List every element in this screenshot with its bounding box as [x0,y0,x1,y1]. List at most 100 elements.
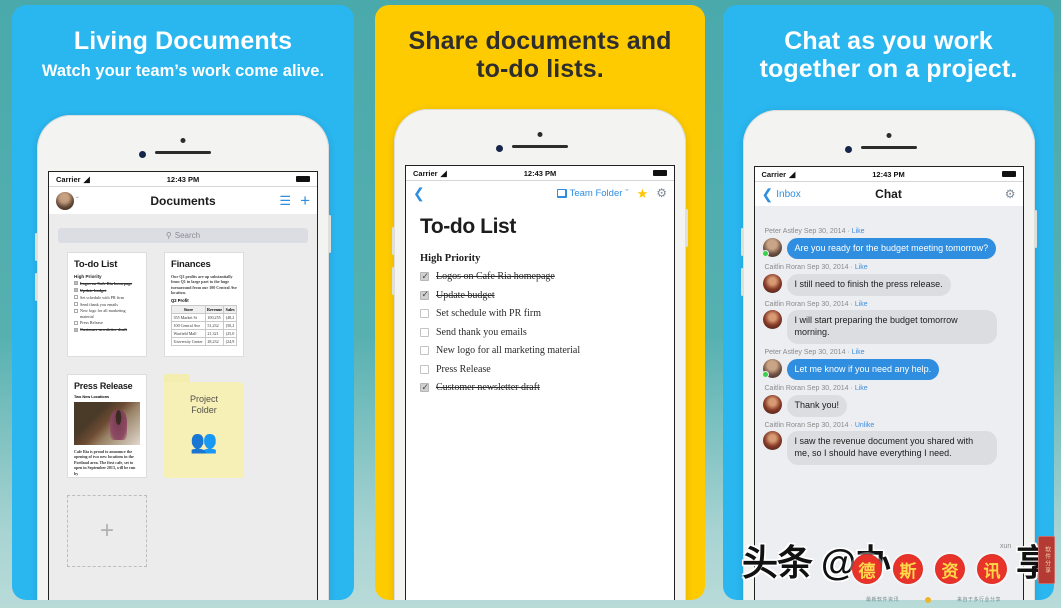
todo-item[interactable]: Press Release [74,320,140,325]
panel-living-documents: Living Documents Watch your team’s work … [12,5,354,600]
back-label[interactable]: Inbox [776,189,800,200]
avatar[interactable] [762,273,782,293]
message-author: Caitlin Roran [764,264,805,272]
message-date: Sep 30, 2014 [803,228,846,235]
checkbox-icon[interactable] [74,294,78,299]
todo-item-label: Logos on Cafe Ria homepage [80,281,133,286]
table-row: University Center 28,232 (24,9 [171,337,237,347]
promo-panels: Living Documents Watch your team’s work … [0,0,1061,608]
checkbox-icon[interactable] [420,271,429,282]
chat-message: Caitlin Roran Sep 30, 2014 · Like I still… [762,264,1015,296]
todo-item[interactable]: New logo for all marketing material [74,308,140,319]
proximity-sensor-icon [496,145,503,152]
nav-bar-chat: ❮ Inbox Chat ⚙ [754,182,1023,206]
status-time: 12:43 PM [523,168,557,178]
document-card-finances[interactable]: Finances Our Q2 profits are up substanti… [164,252,244,357]
search-input[interactable]: ⚲ Search [58,228,308,243]
avatar[interactable] [761,237,782,257]
checkbox-icon[interactable] [74,327,78,332]
finances-caption: Q2 Profit [171,298,189,304]
checkbox-icon[interactable] [420,364,429,374]
todo-item[interactable]: Set schedule with PR firm [420,308,660,319]
message-bubble[interactable]: I will start preparing the budget tomorr… [786,310,997,344]
phone-screen-1: Carrier ◢ 12:43 PM ˇ Documents ☰ + ⚲ Sea… [48,171,318,600]
gear-icon[interactable]: ⚙ [656,187,667,199]
checkbox-icon[interactable] [74,320,78,325]
add-document-button[interactable]: + [300,192,310,209]
documents-body: ⚲ Search To-do List High Priority Logos … [49,214,317,600]
todo-item[interactable]: Customer newsletter draft [74,327,140,332]
document-card-todo[interactable]: To-do List High Priority Logos on Cafe R… [67,252,147,357]
team-folder-icon [556,188,567,198]
press-subtitle: Two New Locations [74,395,110,399]
like-button[interactable]: Like [852,228,865,235]
like-button[interactable]: Like [855,264,868,271]
checkbox-icon[interactable] [420,309,429,318]
avatar[interactable] [762,394,782,414]
table-cell: 21,321 [204,329,225,339]
avatar[interactable] [56,191,74,210]
todo-item[interactable]: Press Release [420,364,660,375]
back-button[interactable]: ❮ [762,187,774,201]
todo-item-label: New logo for all marketing material [80,308,126,319]
avatar[interactable] [762,431,782,451]
todo-item[interactable]: Send thank you emails [74,302,140,307]
list-view-icon[interactable]: ☰ [279,194,291,207]
card-title: To-do List [74,259,118,270]
avatar[interactable] [761,358,782,378]
message-bubble[interactable]: Thank you! [786,394,848,417]
todo-item[interactable]: Logos on Cafe Ria homepage [74,281,140,286]
avatar[interactable] [762,310,782,330]
checkbox-icon[interactable] [74,288,78,293]
todo-item[interactable]: New logo for all marketing material [420,345,660,356]
todo-item-label: Update budget [436,289,495,301]
like-button[interactable]: Like [855,301,868,308]
table-row: 100 Central Ave 51,232 (50,2 [171,321,237,331]
message-meta: Peter Astley Sep 30, 2014 · Like [764,228,865,235]
document-card-press-release[interactable]: Press Release Two New Locations Cafe Ria… [67,374,147,478]
todo-item[interactable]: Update budget [74,288,140,293]
checkbox-icon[interactable] [420,346,429,355]
card-section-label: High Priority [74,274,102,279]
panel2-caption: Share documents and to-do lists. [375,5,705,83]
checkbox-icon[interactable] [74,281,78,286]
proximity-sensor-icon [139,151,146,158]
panel2-headline-line2: to-do lists. [476,55,604,83]
folder-label-line1: Project [189,394,218,404]
todo-item[interactable]: Set schedule with PR firm [74,295,140,300]
phone-mockup-2: Carrier ◢ 12:43 PM ❮ Team Folder ˇ ★ ⚙ T… [392,109,688,600]
todo-item[interactable]: Update budget [420,289,660,301]
back-button[interactable]: ❮ [413,186,425,200]
message-bubble[interactable]: Are you ready for the budget meeting tom… [786,237,997,260]
message-author: Caitlin Roran [764,421,805,429]
star-icon[interactable]: ★ [637,187,649,200]
like-button[interactable]: Unlike [855,422,874,429]
document-card-project-folder[interactable]: Project Folder 👥 [164,374,244,478]
battery-icon [1001,171,1016,177]
table-cell: Warfield Mall [171,329,206,339]
like-button[interactable]: Like [852,349,865,356]
chat-message: Peter Astley Sep 30, 2014 · Like Let me k… [761,349,1015,381]
add-document-placeholder[interactable]: + [67,495,147,567]
panel1-subhead: Watch your team’s work come alive. [41,62,325,80]
checkbox-icon[interactable] [74,301,78,306]
todo-item-label: Press Release [436,363,491,375]
message-bubble[interactable]: I saw the revenue document you shared wi… [786,431,997,465]
checkbox-icon[interactable] [420,327,429,337]
message-bubble[interactable]: Let me know if you need any help. [786,358,940,381]
checkbox-icon[interactable] [420,289,429,300]
earpiece-speaker [155,151,211,154]
todo-item[interactable]: Customer newsletter draft [420,382,660,393]
checkbox-icon[interactable] [74,308,78,313]
team-folder-button[interactable]: Team Folder ˇ [556,188,629,199]
message-meta: Caitlin Roran Sep 30, 2014 · Unlike [764,421,875,429]
checkbox-icon[interactable] [420,382,429,393]
chat-message: Caitlin Roran Sep 30, 2014 · Like I will … [762,301,1015,344]
documents-grid: To-do List High Priority Logos on Cafe R… [49,243,317,567]
like-button[interactable]: Like [855,385,868,392]
message-bubble[interactable]: I still need to finish the press release… [786,273,951,296]
chevron-down-icon[interactable]: ˇ [76,196,79,205]
todo-item[interactable]: Send thank you emails [420,327,660,338]
gear-icon[interactable]: ⚙ [1005,188,1016,200]
todo-item[interactable]: Logos on Cafe Ria homepage [420,271,660,282]
